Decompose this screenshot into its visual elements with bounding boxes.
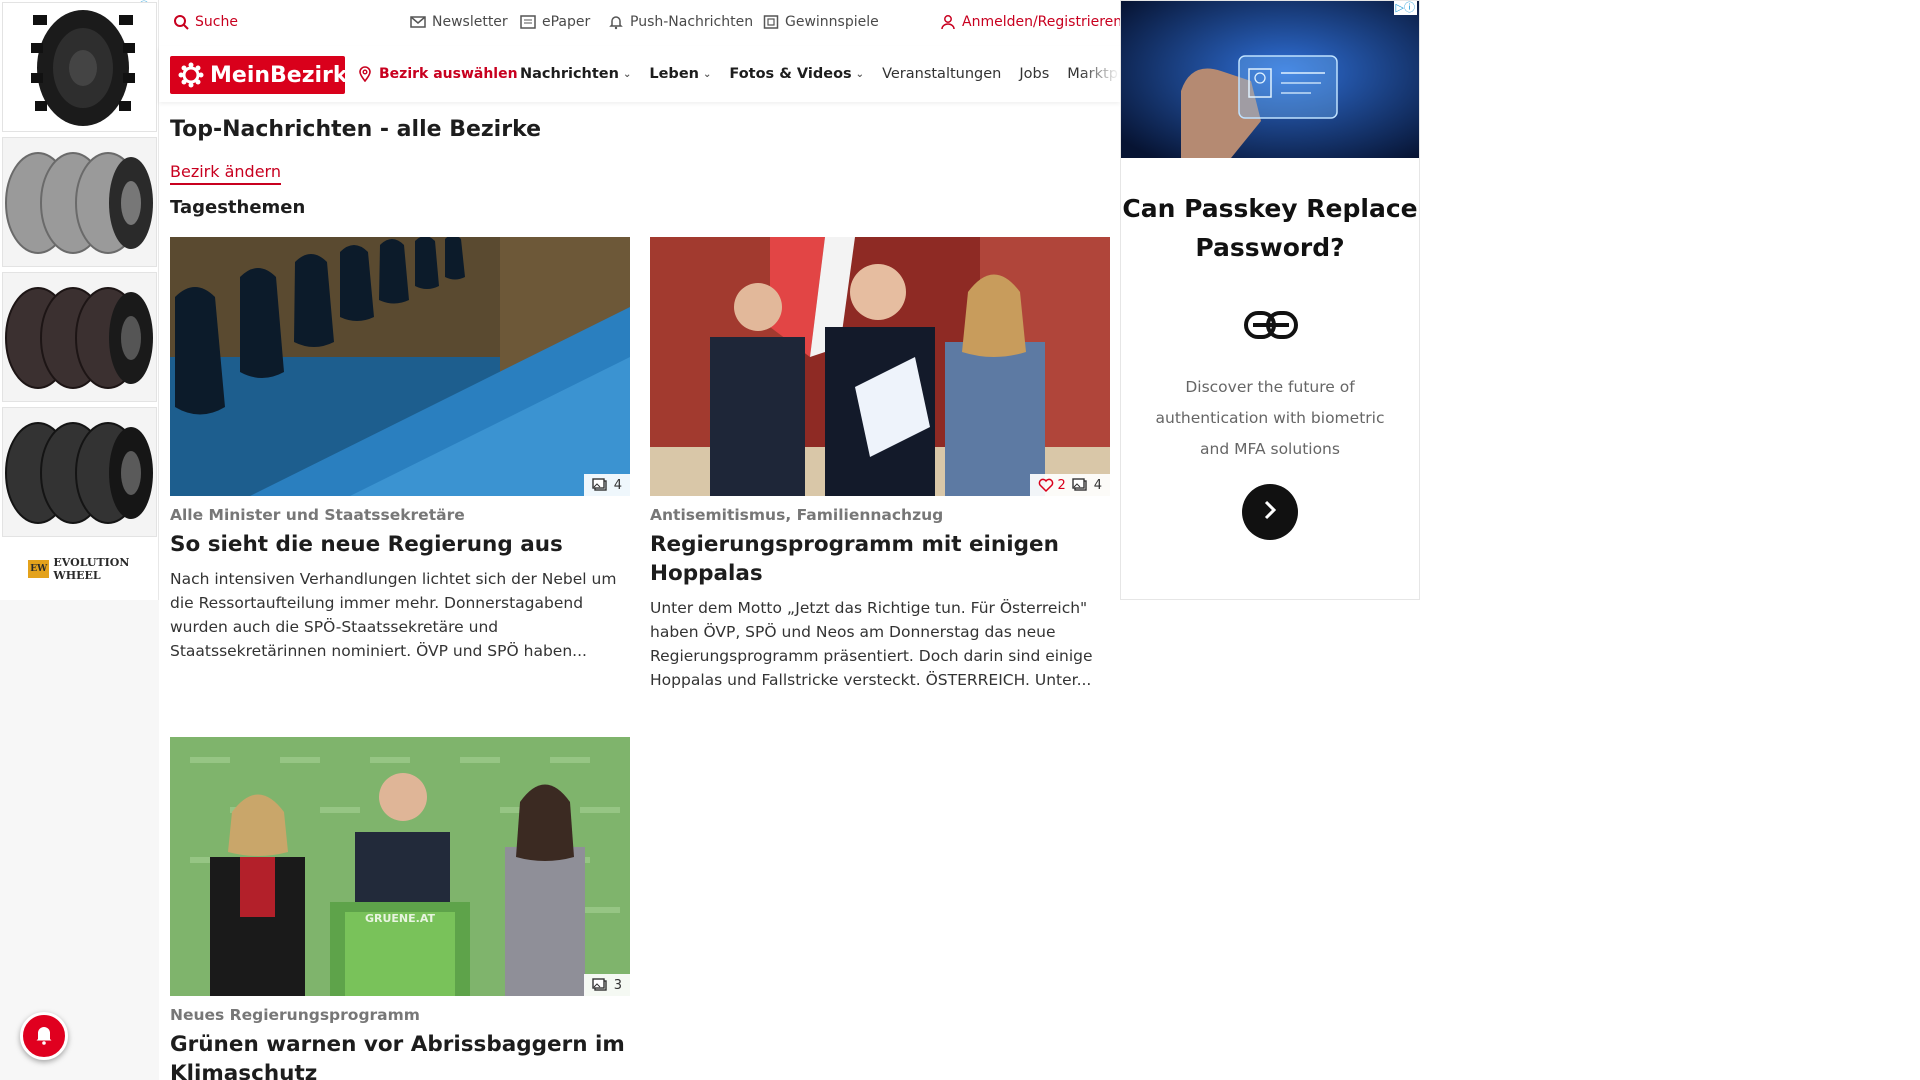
left-skyscraper-ad[interactable]: ▷ⓘ: [0, 0, 159, 600]
main-content: Top-Nachrichten - alle Bezirke Bezirk än…: [159, 102, 1120, 1080]
images-icon: [592, 977, 608, 993]
nav-item-fotos-videos[interactable]: Fotos & Videos ⌄: [729, 66, 864, 82]
search-icon: [173, 14, 189, 30]
podium-text: GRUENE.AT: [365, 912, 436, 925]
nav-item-label: Veranstaltungen: [882, 66, 1002, 82]
heart-icon: [1038, 477, 1054, 493]
left-gutter: [0, 600, 159, 1080]
search-label: Suche: [195, 14, 238, 30]
article-kicker: Antisemitismus, Familiennachzug: [650, 506, 944, 524]
image-count: 4: [613, 477, 622, 493]
ad-tire-image-1[interactable]: [2, 2, 157, 132]
ad-link-logo-icon: [1243, 308, 1299, 342]
article-card[interactable]: 4 Alle Minister und Staatssekretäre So s…: [170, 237, 630, 663]
meinbezirk-logo[interactable]: MeinBezirk: [170, 56, 348, 94]
ad-brand-name: EVOLUTION WHEEL: [53, 556, 130, 582]
ad-brand-logo[interactable]: EW EVOLUTION WHEEL: [28, 556, 158, 582]
article-headline[interactable]: Regierungsprogramm mit einigen Hoppalas: [650, 530, 1110, 588]
ad-brand-mark: EW: [28, 560, 50, 578]
article-image[interactable]: GRUENE.AT 3: [170, 737, 630, 996]
article-teaser: Nach intensiven Verhandlungen lichtet si…: [170, 570, 617, 660]
image-count-badge: 4: [583, 474, 630, 496]
nav-item-veranstaltungen[interactable]: Veranstaltungen: [882, 66, 1001, 82]
push-label: Push-Nachrichten: [630, 14, 754, 30]
epaper-link[interactable]: ePaper: [520, 14, 590, 30]
gewinnspiele-label: Gewinnspiele: [785, 14, 879, 30]
image-count: 4: [1093, 477, 1102, 493]
article-image[interactable]: 4: [170, 237, 630, 496]
nav-item-label: Nachrichten: [520, 66, 619, 82]
right-gutter: [1120, 600, 1420, 1080]
chevron-down-icon: ⌄: [855, 68, 865, 80]
ad-hero-image[interactable]: [1121, 1, 1419, 158]
ad-tire-image-3[interactable]: [2, 272, 157, 402]
adchoices-icon[interactable]: ▷ⓘ: [1393, 1, 1417, 15]
chevron-down-icon: ⌄: [702, 68, 712, 80]
epaper-label: ePaper: [542, 14, 591, 30]
bell-icon: [608, 14, 624, 30]
right-rectangle-ad[interactable]: ▷ⓘ Can Passkey Replace Password? Discove…: [1120, 0, 1420, 600]
images-icon: [592, 477, 608, 493]
newsletter-link[interactable]: Newsletter: [410, 14, 508, 30]
nav-item-label: Fotos & Videos: [729, 66, 852, 82]
article-card[interactable]: 2 4 Antisemitismus, Familiennachzug Regi…: [650, 237, 1110, 692]
logo-text: MeinBezirk: [210, 62, 348, 88]
nav-item-label: Jobs: [1019, 66, 1050, 82]
nav-item-label: Leben: [649, 66, 699, 82]
push-notification-bell-button[interactable]: [20, 1012, 68, 1060]
page: ▷ⓘ: [0, 0, 1920, 1080]
gewinnspiele-link[interactable]: Gewinnspiele: [763, 14, 879, 30]
article-headline[interactable]: Grünen warnen vor Abrissbaggern im Klima…: [170, 1030, 630, 1080]
nav-item-leben[interactable]: Leben ⌄: [649, 66, 711, 82]
article-teaser: Unter dem Motto „Jetzt das Richtige tun.…: [650, 599, 1093, 689]
mail-icon: [410, 14, 426, 30]
likes-count: 2: [1057, 477, 1066, 493]
login-register-link[interactable]: Anmelden/Registrieren: [940, 14, 1122, 30]
utility-bar: Suche Newsletter ePaper Push-Nachrichten…: [159, 0, 1122, 46]
nav-item-jobs[interactable]: Jobs: [1019, 66, 1049, 82]
article-stats-badge: 2 4: [1030, 474, 1110, 496]
article-kicker: Neues Regierungsprogramm: [170, 1006, 420, 1024]
images-icon: [1072, 477, 1088, 493]
newspaper-icon: [520, 14, 536, 30]
gift-icon: [763, 14, 779, 30]
location-pin-icon: [357, 66, 373, 82]
ad-tire-image-2[interactable]: [2, 137, 157, 267]
user-icon: [940, 14, 956, 30]
change-bezirk-link[interactable]: Bezirk ändern: [170, 162, 281, 185]
chevron-right-icon: [1259, 499, 1281, 525]
article-card[interactable]: GRUENE.AT 3 Neues Regierungsprogramm Grü…: [170, 737, 630, 1080]
bezirk-label: Bezirk auswählen: [379, 66, 518, 82]
image-count: 3: [613, 977, 622, 993]
article-kicker: Alle Minister und Staatssekretäre: [170, 506, 465, 524]
page-background: [1420, 0, 1920, 1080]
ad-headline: Can Passkey Replace Password?: [1122, 194, 1418, 262]
ad-tire-image-4[interactable]: [2, 407, 157, 537]
nav-item-nachrichten[interactable]: Nachrichten ⌄: [520, 66, 631, 82]
nav-scroll-fade: [1080, 46, 1120, 102]
article-headline[interactable]: So sieht die neue Regierung aus: [170, 530, 630, 559]
page-title: Top-Nachrichten - alle Bezirke: [170, 117, 542, 142]
ad-cta-button[interactable]: [1242, 484, 1298, 540]
likes[interactable]: 2: [1038, 477, 1066, 493]
login-label: Anmelden/Registrieren: [962, 14, 1123, 30]
nav-links: Nachrichten ⌄ Leben ⌄ Fotos & Videos ⌄ Vera…: [520, 66, 1144, 82]
image-count-badge: 3: [583, 974, 630, 996]
push-notifications-link[interactable]: Push-Nachrichten: [608, 14, 753, 30]
search-button[interactable]: Suche: [173, 14, 238, 30]
ad-description: Discover the future of authentication wi…: [1155, 378, 1385, 458]
bell-icon: [32, 1022, 56, 1050]
section-heading: Tagesthemen: [170, 197, 306, 218]
article-image[interactable]: 2 4: [650, 237, 1110, 496]
chevron-down-icon: ⌄: [622, 68, 632, 80]
newsletter-label: Newsletter: [432, 14, 508, 30]
logo-flower-icon: [178, 62, 204, 88]
bezirk-select-button[interactable]: Bezirk auswählen: [357, 66, 518, 82]
main-navigation: MeinBezirk Bezirk auswählen Nachrichten ⌄…: [159, 46, 1144, 102]
